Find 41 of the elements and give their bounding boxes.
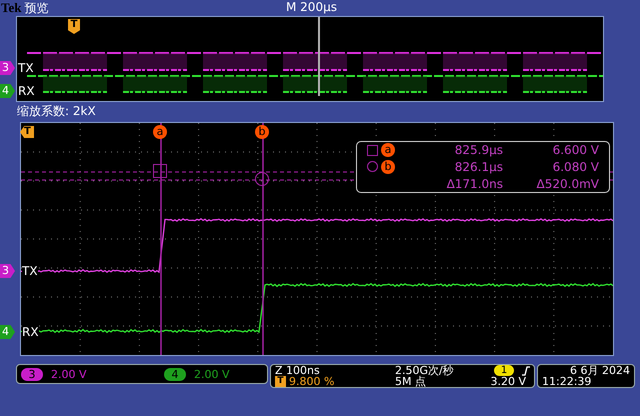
channel-marker: 3 [0, 61, 15, 75]
cursor-voltage: 6.600 V [552, 143, 599, 158]
rising-edge-icon [522, 366, 530, 376]
trigger-marker: T [68, 19, 80, 34]
channel-badge: 4 [164, 368, 186, 380]
trigger-icon: T [275, 376, 286, 387]
cursor-label: b [381, 160, 395, 174]
zoom-timebase: Z 100ns [275, 365, 321, 376]
cursor-voltage: 6.080 V [552, 160, 599, 174]
channel-label: TX [18, 61, 34, 75]
record-length: 5M 点 [395, 376, 426, 387]
time-label: 11:22:39 [541, 376, 592, 387]
mode-label: 预览 [24, 1, 48, 15]
trigger-position: 9.800 % [289, 376, 334, 387]
delta-voltage: Δ520.0mV [536, 176, 599, 191]
cursor-label: a [381, 143, 395, 158]
channel-label: TX [22, 264, 38, 278]
circle-marker-icon [367, 161, 378, 172]
sample-rate: 2.50G次/秒 [395, 365, 454, 376]
trigger-level: 3.20 V [490, 376, 527, 387]
cursor-line[interactable] [262, 123, 264, 355]
cursor-time: 825.9µs [454, 143, 503, 158]
date-label: 6 6月 2024 [570, 365, 630, 376]
brand-logo: Tek [1, 1, 22, 15]
channel-marker: 4 [0, 84, 15, 98]
delta-time: Δ171.0ns [446, 176, 503, 191]
channel-marker: 4 [0, 325, 15, 339]
channel-badge: 3 [21, 368, 43, 380]
cursor-line[interactable] [160, 123, 162, 355]
zoom-factor-label: 缩放系数: 2kX [17, 104, 96, 118]
timebase-label: M 200µs [286, 0, 337, 14]
channel-label: RX [22, 325, 39, 339]
trigger-source-badge: 1 [494, 365, 514, 376]
channel-scale: 2.00 V [194, 368, 230, 380]
square-marker-icon [367, 144, 378, 156]
channel-marker: 3 [0, 264, 15, 278]
channel-label: RX [18, 84, 35, 98]
circle-marker-icon [255, 172, 269, 186]
channel-scale: 2.00 V [51, 368, 87, 380]
square-marker-icon [153, 164, 167, 178]
cursor-time: 826.1µs [454, 160, 503, 174]
